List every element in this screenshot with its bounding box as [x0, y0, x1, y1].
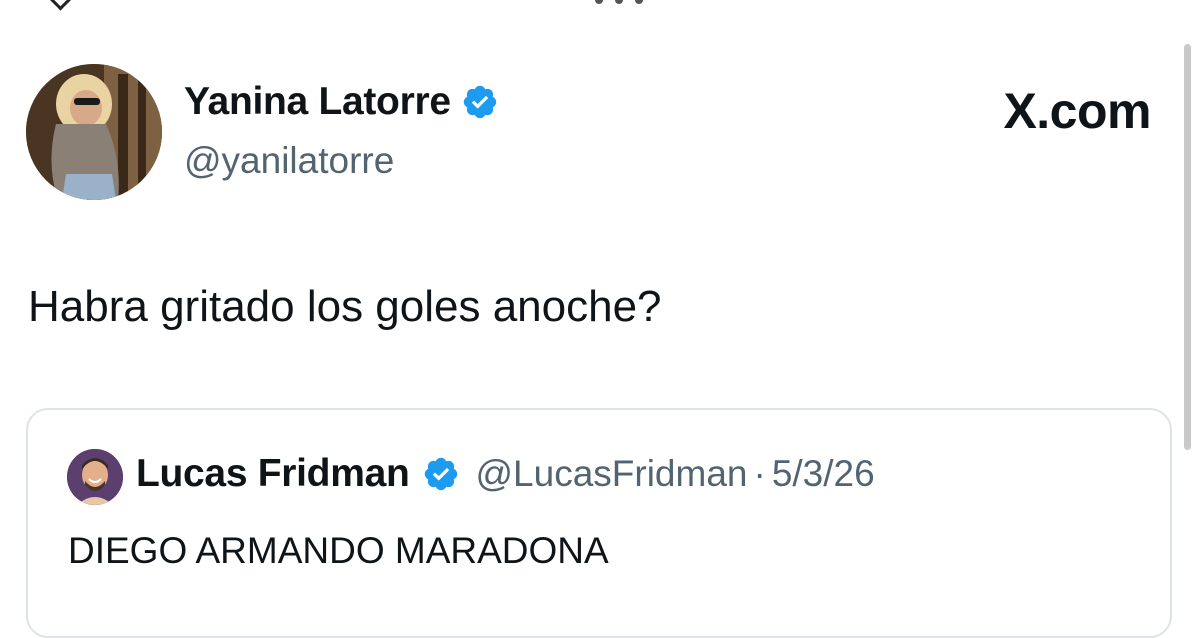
avatar-photo: [26, 64, 162, 200]
author-name-row[interactable]: Yanina Latorre: [184, 80, 499, 124]
verified-badge-icon: [424, 457, 457, 491]
quoted-author-avatar[interactable]: [67, 449, 123, 505]
quoted-tweet-card[interactable]: Lucas Fridman @LucasFridman · 5/3/26 DIE…: [26, 408, 1172, 638]
author-name[interactable]: Yanina Latorre: [184, 80, 451, 124]
quoted-tweet-date[interactable]: 5/3/26: [772, 453, 875, 495]
toolbar-icon-fragment: [615, 0, 623, 4]
scrollbar[interactable]: [1184, 44, 1191, 450]
quoted-tweet-text: DIEGO ARMANDO MARADONA: [68, 530, 609, 571]
chevron-down-icon[interactable]: [48, 0, 73, 11]
quoted-author-name[interactable]: Lucas Fridman: [136, 452, 410, 496]
top-cropped-toolbar: [40, 0, 660, 11]
separator-dot: ·: [753, 453, 766, 494]
toolbar-icon-fragment: [595, 0, 603, 4]
quoted-avatar-photo: [67, 449, 123, 505]
toolbar-icon-fragment: [635, 0, 643, 4]
x-logo-icon[interactable]: X.com: [1003, 82, 1151, 140]
verified-badge-icon: [463, 85, 496, 119]
tweet-text: Habra gritado los goles anoche?: [28, 282, 662, 331]
quoted-author-handle[interactable]: @LucasFridman: [476, 453, 748, 495]
quoted-tweet-header[interactable]: Lucas Fridman @LucasFridman · 5/3/26: [136, 452, 875, 496]
author-avatar[interactable]: [26, 64, 162, 200]
author-handle[interactable]: @yanilatorre: [184, 140, 394, 182]
